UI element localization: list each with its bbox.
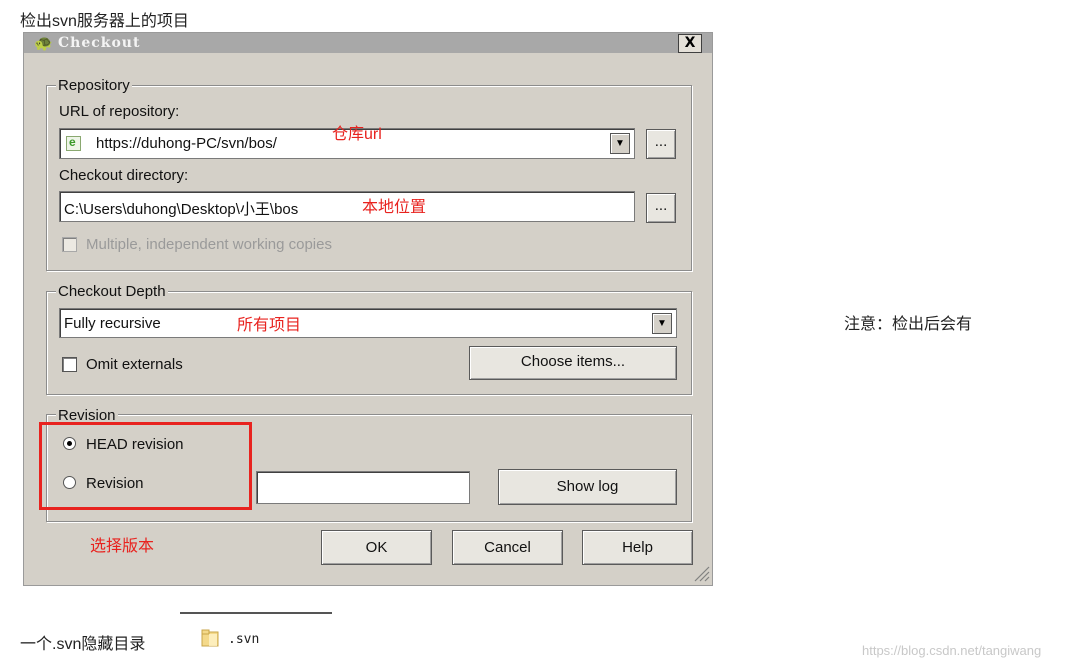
svn-folder-name: .svn bbox=[228, 632, 260, 647]
revision-annotation: 选择版本 bbox=[90, 538, 155, 555]
url-value: https://duhong-PC/svn/bos/ bbox=[96, 135, 277, 152]
multiple-copies-label: Multiple, independent working copies bbox=[86, 236, 332, 253]
multiple-copies-checkbox[interactable] bbox=[62, 237, 77, 252]
repository-legend: Repository bbox=[56, 77, 132, 94]
dir-annotation: 本地位置 bbox=[362, 199, 427, 216]
depth-value: Fully recursive bbox=[64, 315, 161, 332]
dialog-title: Checkout bbox=[58, 35, 141, 51]
browse-dir-button[interactable]: ... bbox=[646, 193, 676, 223]
depth-legend: Checkout Depth bbox=[56, 283, 168, 300]
depth-select[interactable]: Fully recursive ▼ bbox=[59, 308, 677, 338]
watermark: https://blog.csdn.net/tangiwang bbox=[862, 643, 1042, 658]
checkout-dir-label: Checkout directory: bbox=[59, 167, 189, 184]
depth-dropdown-arrow-icon[interactable]: ▼ bbox=[652, 313, 672, 334]
title-bar[interactable]: 🐢 Checkout X bbox=[24, 33, 712, 53]
checkout-dir-input[interactable]: C:\Users\duhong\Desktop\小王\bos bbox=[59, 191, 635, 222]
depth-annotation: 所有项目 bbox=[237, 317, 302, 334]
show-log-button[interactable]: Show log bbox=[498, 469, 677, 505]
cancel-button[interactable]: Cancel bbox=[452, 530, 563, 565]
url-label: URL of repository: bbox=[59, 103, 180, 120]
omit-externals-label: Omit externals bbox=[86, 356, 183, 373]
revision-input[interactable] bbox=[256, 471, 470, 504]
page-heading: 检出svn服务器上的项目 bbox=[20, 13, 189, 30]
help-button[interactable]: Help bbox=[582, 530, 693, 565]
divider bbox=[180, 612, 332, 614]
url-type-icon: e bbox=[66, 135, 81, 151]
bottom-note: 一个.svn隐藏目录 bbox=[20, 636, 146, 653]
folder-icon bbox=[201, 629, 219, 647]
omit-externals-checkbox[interactable] bbox=[62, 357, 77, 372]
url-dropdown-arrow-icon[interactable]: ▼ bbox=[610, 133, 630, 154]
choose-items-button[interactable]: Choose items... bbox=[469, 346, 677, 380]
checkout-dir-value: C:\Users\duhong\Desktop\小王\bos bbox=[64, 201, 299, 218]
browse-url-button[interactable]: ... bbox=[646, 129, 676, 159]
right-note: 注意：检出后会有 bbox=[844, 316, 973, 333]
tortoise-icon: 🐢 bbox=[34, 34, 53, 52]
revision-highlight-box bbox=[39, 422, 252, 510]
close-button[interactable]: X bbox=[678, 34, 702, 53]
checkout-dialog: 🐢 Checkout X Repository URL of repositor… bbox=[23, 32, 713, 586]
ok-button[interactable]: OK bbox=[321, 530, 432, 565]
url-annotation: 仓库url bbox=[332, 126, 382, 143]
resize-grip-icon[interactable] bbox=[692, 564, 710, 582]
